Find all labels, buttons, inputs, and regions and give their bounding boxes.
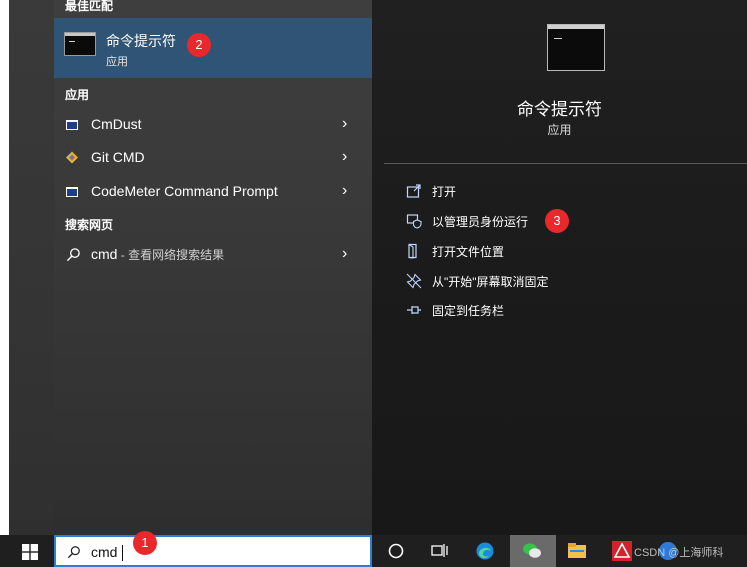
taskbar-search-box[interactable]: cmd — [54, 535, 372, 567]
app-item-cmdust[interactable]: CmDust › — [54, 110, 372, 140]
search-input[interactable]: cmd — [91, 544, 117, 560]
detail-subtitle: 应用 — [547, 123, 572, 137]
annotation-badge-3: 3 — [545, 209, 569, 233]
best-match-subtitle: 应用 — [106, 56, 128, 68]
windows-start-icon[interactable] — [22, 544, 38, 560]
web-result-label: cmd - 查看网络搜索结果 — [91, 246, 224, 263]
action-label: 固定到任务栏 — [432, 304, 505, 318]
open-icon — [406, 184, 421, 198]
app-name: CodeMeter Command Prompt — [91, 183, 278, 199]
chevron-right-icon[interactable]: › — [342, 245, 347, 263]
apps-header: 应用 — [65, 88, 90, 102]
action-open-file-location[interactable]: 打开文件位置 — [372, 237, 747, 265]
action-label: 打开文件位置 — [432, 245, 505, 259]
cortana-icon[interactable] — [386, 541, 406, 561]
git-cmd-icon — [66, 151, 78, 164]
shield-icon — [406, 214, 422, 229]
detail-title: 命令提示符 — [517, 100, 602, 119]
web-search-header: 搜索网页 — [65, 218, 114, 232]
search-icon — [66, 248, 80, 262]
app-item-git-cmd[interactable]: Git CMD › — [54, 143, 372, 173]
app-warning-icon[interactable] — [612, 541, 632, 561]
best-match-title: 命令提示符 — [106, 33, 176, 49]
search-icon — [67, 546, 80, 559]
app-label: CodeMeter Command Prompt — [91, 183, 278, 199]
start-left-rail — [9, 0, 54, 535]
web-query: cmd — [91, 246, 118, 262]
wechat-icon[interactable] — [522, 541, 542, 561]
text-caret — [122, 545, 123, 561]
web-result-sub: - 查看网络搜索结果 — [117, 248, 225, 262]
app-label: Git CMD — [91, 149, 145, 165]
chevron-right-icon[interactable]: › — [342, 148, 347, 166]
unpin-icon — [406, 273, 422, 289]
app-item-codemeter[interactable]: CodeMeter Command Prompt › — [54, 177, 372, 207]
web-search-result[interactable]: cmd - 查看网络搜索结果 › — [54, 240, 372, 270]
app-name: CmDust — [91, 116, 142, 132]
action-pin-taskbar[interactable]: 固定到任务栏 — [372, 296, 747, 324]
app-name: Git CMD — [91, 149, 145, 165]
best-match-item[interactable]: 命令提示符 应用 — [54, 18, 372, 78]
cmdust-icon — [66, 120, 78, 130]
annotation-badge-1: 1 — [133, 531, 157, 555]
codemeter-icon — [66, 187, 78, 197]
watermark: CSDN @上海师科 — [634, 547, 724, 559]
chevron-right-icon[interactable]: › — [342, 115, 347, 133]
desktop-edge — [0, 0, 9, 535]
file-location-icon — [408, 243, 417, 259]
action-label: 以管理员身份运行 — [432, 215, 529, 229]
file-explorer-icon[interactable] — [567, 541, 587, 561]
pin-icon — [407, 306, 421, 314]
divider — [384, 163, 747, 164]
search-results-panel: 最佳匹配 命令提示符 应用 应用 CmDust › Git CMD › Code… — [54, 0, 372, 535]
detail-panel: 命令提示符 应用 打开 以管理员身份运行 打开文件位置 从"开始"屏幕取消固定 — [372, 0, 747, 535]
action-open[interactable]: 打开 — [372, 177, 747, 205]
best-match-header: 最佳匹配 — [65, 0, 114, 13]
edge-browser-icon[interactable] — [475, 541, 495, 561]
action-unpin-start[interactable]: 从"开始"屏幕取消固定 — [372, 267, 747, 295]
task-view-icon[interactable] — [430, 541, 450, 561]
app-label: CmDust — [91, 116, 142, 132]
action-label: 打开 — [432, 185, 457, 199]
command-prompt-icon — [64, 32, 96, 56]
action-label: 从"开始"屏幕取消固定 — [432, 275, 549, 289]
chevron-right-icon[interactable]: › — [342, 182, 347, 200]
command-prompt-large-icon — [547, 24, 605, 71]
annotation-badge-2: 2 — [187, 33, 211, 57]
